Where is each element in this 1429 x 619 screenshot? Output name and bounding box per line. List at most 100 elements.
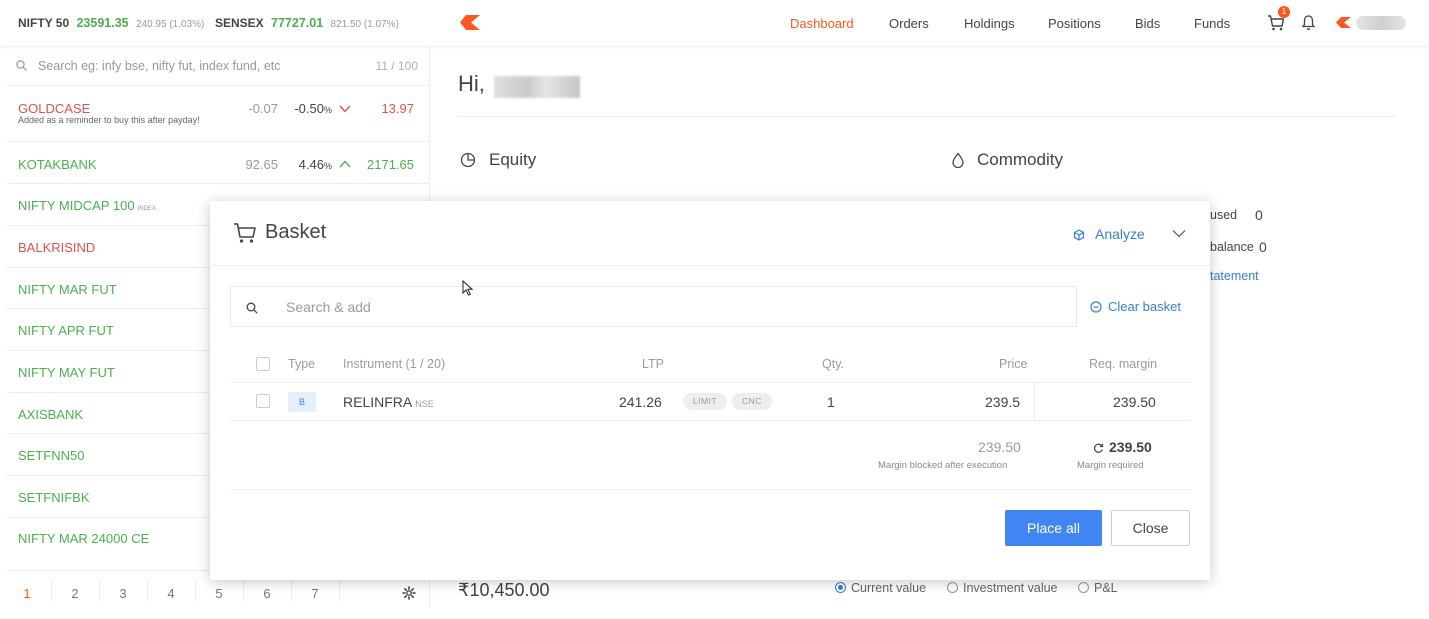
order-margin: 239.50 bbox=[1113, 394, 1156, 410]
percent-unit: % bbox=[323, 105, 332, 115]
watchlist-page-3[interactable]: 3 bbox=[99, 586, 147, 601]
row-checkbox[interactable] bbox=[256, 394, 270, 408]
order-qty: 1 bbox=[827, 394, 835, 410]
index-change: 240.95 (1.03%) bbox=[135, 19, 205, 30]
instrument-name: BALKRISIND bbox=[18, 240, 96, 255]
nav-orders[interactable]: Orders bbox=[889, 16, 929, 31]
margin-blocked-value: 239.50 bbox=[978, 439, 1021, 455]
order-ltp: 241.26 bbox=[619, 394, 662, 410]
watchlist-page-7[interactable]: 7 bbox=[291, 586, 339, 601]
basket-modal: Basket Analyze Clear basket Type Instrum… bbox=[210, 201, 1210, 580]
buy-badge: B bbox=[288, 392, 316, 412]
drop-icon bbox=[952, 152, 964, 168]
radio-icon bbox=[1078, 582, 1089, 593]
percent-value: 4.46 bbox=[298, 157, 324, 172]
divider bbox=[230, 420, 1190, 421]
marketwatch-search[interactable]: Search eg: infy bse, nifty fut, index fu… bbox=[6, 46, 430, 86]
watchlist-item[interactable]: KOTAKBANK 92.65 4.46% 2171.65 bbox=[6, 142, 430, 184]
index-value: 77727.01 bbox=[271, 16, 324, 30]
percent-value: -0.50 bbox=[294, 101, 324, 116]
nav-bids[interactable]: Bids bbox=[1135, 16, 1160, 31]
margin-required-label: Margin required bbox=[1077, 460, 1144, 471]
clear-basket-button[interactable]: Clear basket bbox=[1108, 299, 1181, 314]
opening-balance-label: balance bbox=[1210, 240, 1254, 254]
col-qty: Qty. bbox=[822, 357, 844, 371]
divider bbox=[230, 382, 1190, 383]
margin-blocked-label: Margin blocked after execution bbox=[878, 460, 1008, 471]
close-button[interactable]: Close bbox=[1111, 510, 1190, 546]
product-badge: CNC bbox=[732, 393, 772, 410]
nav-positions[interactable]: Positions bbox=[1048, 16, 1101, 31]
radio-label: Investment value bbox=[963, 581, 1058, 595]
instrument-note: Added as a reminder to buy this after pa… bbox=[18, 115, 200, 125]
chevron-up-icon bbox=[339, 160, 351, 168]
instrument-label: RELINFRA bbox=[343, 394, 413, 410]
instrument-name: AXISBANK bbox=[18, 407, 84, 422]
analyze-icon[interactable] bbox=[1073, 229, 1085, 241]
select-all-checkbox[interactable] bbox=[256, 357, 270, 371]
watchlist-page-6[interactable]: 6 bbox=[243, 586, 291, 601]
margin-used-label: used bbox=[1210, 208, 1238, 222]
watchlist-count: 11 / 100 bbox=[375, 59, 418, 73]
index-sensex[interactable]: SENSEX 77727.01 821.50 (1.07%) bbox=[215, 16, 399, 30]
search-icon bbox=[246, 302, 258, 314]
pie-chart-icon bbox=[460, 152, 476, 168]
watchlist-page-4[interactable]: 4 bbox=[147, 586, 195, 601]
top-bar: NIFTY 50 23591.35 240.95 (1.03%) SENSEX … bbox=[0, 0, 1429, 46]
instrument-name: NIFTY MAR 24000 CE bbox=[18, 531, 150, 546]
nav-funds[interactable]: Funds bbox=[1194, 16, 1230, 31]
place-all-button[interactable]: Place all bbox=[1005, 510, 1102, 546]
user-avatar-icon[interactable] bbox=[1336, 17, 1351, 28]
price-change: 92.65 bbox=[245, 157, 278, 172]
instrument-label: NIFTY MIDCAP 100 bbox=[18, 198, 135, 213]
user-name-redacted bbox=[494, 76, 580, 98]
index-nifty50[interactable]: NIFTY 50 23591.35 240.95 (1.03%) bbox=[18, 16, 204, 30]
commodity-title: Commodity bbox=[977, 150, 1063, 169]
holdings-value: ₹10,450.00 bbox=[458, 580, 550, 600]
index-name: SENSEX bbox=[215, 16, 264, 30]
minus-circle-icon[interactable] bbox=[1090, 301, 1102, 313]
watchlist-page-1[interactable]: 1 bbox=[3, 586, 51, 601]
cart-count-badge: 1 bbox=[1278, 6, 1290, 18]
instrument-name: SETFNIFBK bbox=[18, 490, 90, 505]
radio-investment-value[interactable]: Investment value bbox=[947, 581, 1058, 595]
instrument-name: NIFTY MIDCAP 100 INDEX bbox=[18, 198, 156, 213]
settings-gear-icon[interactable] bbox=[402, 586, 416, 600]
col-price: Price bbox=[999, 357, 1028, 371]
user-id[interactable] bbox=[1356, 16, 1406, 30]
watchlist-page-2[interactable]: 2 bbox=[51, 586, 99, 601]
basket-search-field[interactable] bbox=[230, 286, 1077, 327]
index-name: NIFTY 50 bbox=[18, 16, 70, 30]
greeting: Hi, bbox=[458, 71, 485, 96]
chevron-down-icon[interactable] bbox=[1172, 229, 1186, 238]
instrument-name: NIFTY MAR FUT bbox=[18, 282, 117, 297]
order-type-badge: LIMIT bbox=[683, 393, 727, 410]
col-req-margin: Req. margin bbox=[1089, 357, 1158, 371]
divider bbox=[230, 489, 1190, 490]
view-statement-link[interactable]: tatement bbox=[1210, 269, 1259, 283]
page-divider bbox=[339, 580, 340, 602]
last-traded-price: 13.97 bbox=[381, 101, 414, 116]
radio-pnl[interactable]: P&L bbox=[1078, 581, 1118, 595]
search-icon bbox=[16, 60, 27, 71]
order-instrument[interactable]: RELINFRA NSE bbox=[343, 394, 434, 410]
search-placeholder: Search eg: infy bse, nifty fut, index fu… bbox=[38, 59, 281, 73]
opening-balance-value: 0 bbox=[1259, 239, 1267, 255]
mouse-cursor-icon bbox=[462, 280, 473, 296]
last-traded-price: 2171.65 bbox=[367, 157, 414, 172]
watchlist-page-5[interactable]: 5 bbox=[195, 586, 243, 601]
divider bbox=[458, 116, 1396, 117]
refresh-icon[interactable] bbox=[1093, 443, 1104, 454]
kite-logo-icon[interactable] bbox=[460, 15, 480, 30]
nav-holdings[interactable]: Holdings bbox=[964, 16, 1015, 31]
basket-search-input[interactable] bbox=[286, 296, 986, 318]
bell-icon[interactable] bbox=[1301, 14, 1316, 31]
radio-current-value[interactable]: Current value bbox=[835, 581, 926, 595]
index-value: 23591.35 bbox=[76, 16, 129, 30]
analyze-button[interactable]: Analyze bbox=[1095, 226, 1145, 242]
watchlist-item[interactable]: GOLDCASE Added as a reminder to buy this… bbox=[6, 86, 430, 142]
basket-cart-icon bbox=[234, 223, 256, 243]
col-type: Type bbox=[288, 357, 316, 371]
basket-title: Basket bbox=[265, 221, 327, 243]
nav-dashboard[interactable]: Dashboard bbox=[790, 16, 854, 31]
